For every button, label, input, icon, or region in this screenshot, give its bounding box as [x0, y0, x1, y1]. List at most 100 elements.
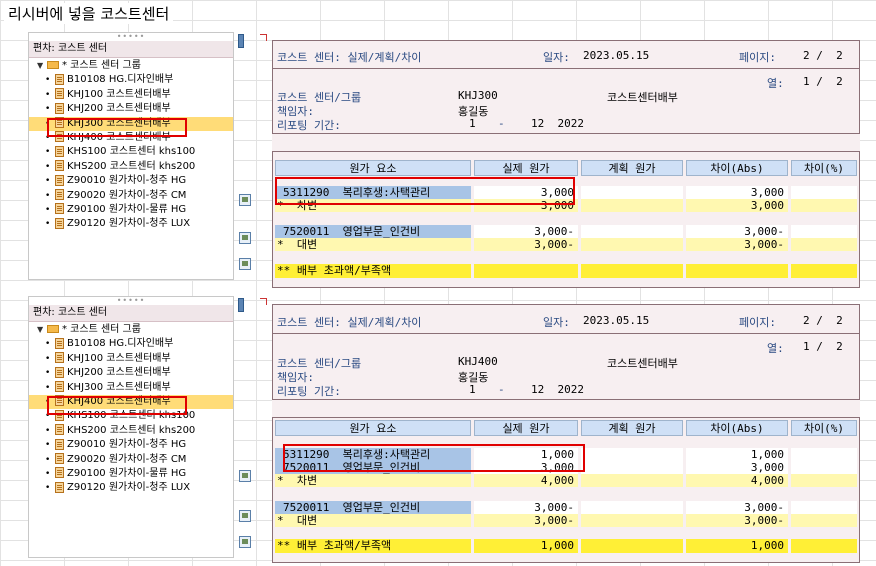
plan-cost-cell[interactable]	[581, 238, 683, 251]
column-header[interactable]: 차이(Abs)	[686, 160, 788, 176]
cost-element-cell[interactable]: 7520011 영업부문_인건비	[275, 501, 471, 514]
actual-cost-cell[interactable]: 3,000	[474, 461, 578, 474]
tree-item[interactable]: • KHJ100 코스트센터배부	[29, 352, 233, 366]
total-label-cell[interactable]: ** 배부 초과액/부족액	[275, 539, 471, 553]
plan-cost-cell[interactable]	[581, 199, 683, 212]
cost-element-cell[interactable]: 5311290 복리후생:사택관리	[275, 186, 471, 199]
column-header[interactable]: 실제 원가	[474, 420, 578, 436]
variance-pct-cell[interactable]	[791, 514, 857, 527]
column-header[interactable]: 차이(%)	[791, 160, 857, 176]
column-header[interactable]: 계획 원가	[581, 420, 683, 436]
variance-abs-cell[interactable]: 4,000	[686, 474, 788, 487]
variance-pct-cell[interactable]	[791, 199, 857, 212]
column-header[interactable]: 차이(%)	[791, 420, 857, 436]
subtotal-label-cell[interactable]: * 대변	[275, 238, 471, 251]
variance-pct-cell[interactable]	[791, 186, 857, 199]
plan-cost-cell[interactable]	[581, 186, 683, 199]
total-label-cell[interactable]: ** 배부 초과액/부족액	[275, 264, 471, 278]
variance-abs-cell[interactable]: 3,000-	[686, 238, 788, 251]
variance-abs-cell[interactable]: 3,000-	[686, 501, 788, 514]
tree-item[interactable]: • KHJ300 코스트센터배부	[29, 381, 233, 395]
tree-item[interactable]: • Z90020 원가차이-청주 CM	[29, 453, 233, 467]
variance-pct-cell[interactable]	[791, 461, 857, 474]
tree-item-selected[interactable]: • KHJ400 코스트센터배부	[29, 394, 233, 410]
plan-cost-cell[interactable]	[581, 448, 683, 461]
plan-cost-cell[interactable]	[581, 474, 683, 487]
tree-item[interactable]: • KHS100 코스트센터 khs100	[29, 145, 233, 159]
tree-item[interactable]: • KHJ100 코스트센터배부	[29, 88, 233, 102]
variance-abs-cell[interactable]: 1,000	[686, 539, 788, 553]
column-header[interactable]: 차이(Abs)	[686, 420, 788, 436]
column-header[interactable]: 실제 원가	[474, 160, 578, 176]
variance-abs-cell[interactable]: 3,000	[686, 461, 788, 474]
splitter-grip[interactable]: •••••	[29, 33, 233, 41]
variance-pct-cell[interactable]	[791, 238, 857, 251]
tree-item[interactable]: • Z90100 원가차이-물류 HG	[29, 467, 233, 481]
plan-cost-cell[interactable]	[581, 514, 683, 527]
expand-triangle-icon[interactable]: ▼	[37, 323, 47, 337]
tree-group-node[interactable]: ▼ * 코스트 센터 그룹	[29, 59, 233, 73]
plan-cost-cell[interactable]	[581, 501, 683, 514]
variance-abs-cell[interactable]: 3,000	[686, 186, 788, 199]
row-detail-icon[interactable]	[239, 232, 251, 244]
tree-item[interactable]: • KHS200 코스트센터 khs200	[29, 424, 233, 438]
row-detail-icon[interactable]	[239, 470, 251, 482]
actual-cost-cell[interactable]: 3,000-	[474, 514, 578, 527]
actual-cost-cell[interactable]	[474, 264, 578, 278]
cost-element-cell[interactable]: 7520011 영업부문_인건비	[275, 225, 471, 238]
tree-item[interactable]: • KHS100 코스트센터 khs100	[29, 409, 233, 423]
actual-cost-cell[interactable]: 3,000-	[474, 225, 578, 238]
variance-pct-cell[interactable]	[791, 474, 857, 487]
expand-triangle-icon[interactable]: ▼	[37, 59, 47, 73]
tree-item[interactable]: • Z90100 원가차이-물류 HG	[29, 203, 233, 217]
tree-item[interactable]: • KHS200 코스트센터 khs200	[29, 160, 233, 174]
tree-item[interactable]: • KHJ200 코스트센터배부	[29, 366, 233, 380]
variance-abs-cell[interactable]	[686, 264, 788, 278]
plan-cost-cell[interactable]	[581, 264, 683, 278]
tree-item[interactable]: • KHJ400 코스트센터배부	[29, 131, 233, 145]
actual-cost-cell[interactable]: 4,000	[474, 474, 578, 487]
row-detail-icon[interactable]	[239, 258, 251, 270]
tree-item[interactable]: • Z90120 원가차이-청주 LUX	[29, 481, 233, 495]
column-header[interactable]: 계획 원가	[581, 160, 683, 176]
subtotal-label-cell[interactable]: * 차변	[275, 199, 471, 212]
tree-item[interactable]: • Z90010 원가차이-청주 HG	[29, 174, 233, 188]
variance-pct-cell[interactable]	[791, 264, 857, 278]
variance-abs-cell[interactable]: 3,000-	[686, 514, 788, 527]
tree-item[interactable]: • KHJ200 코스트센터배부	[29, 102, 233, 116]
variance-pct-cell[interactable]	[791, 539, 857, 553]
actual-cost-cell[interactable]: 1,000	[474, 448, 578, 461]
variance-abs-cell[interactable]: 3,000	[686, 199, 788, 212]
variance-pct-cell[interactable]	[791, 448, 857, 461]
tree-item[interactable]: • Z90010 원가차이-청주 HG	[29, 438, 233, 452]
tree-item[interactable]: • B10108 HG.디자인배부	[29, 337, 233, 351]
row-detail-icon[interactable]	[239, 536, 251, 548]
variance-pct-cell[interactable]	[791, 501, 857, 514]
variance-pct-cell[interactable]	[791, 225, 857, 238]
variance-abs-cell[interactable]: 1,000	[686, 448, 788, 461]
tree-item[interactable]: • Z90020 원가차이-청주 CM	[29, 189, 233, 203]
tree-item-selected[interactable]: • KHJ300 코스트센터배부	[29, 116, 233, 131]
subtotal-label-cell[interactable]: * 대변	[275, 514, 471, 527]
actual-cost-cell[interactable]: 3,000	[474, 199, 578, 212]
row-detail-icon[interactable]	[239, 194, 251, 206]
cost-element-cell[interactable]: 7520011 영업부문_인건비	[275, 461, 471, 474]
splitter-bar-icon[interactable]	[238, 298, 244, 312]
actual-cost-cell[interactable]: 1,000	[474, 539, 578, 553]
subtotal-label-cell[interactable]: * 차변	[275, 474, 471, 487]
tree-item[interactable]: • Z90120 원가차이-청주 LUX	[29, 217, 233, 231]
splitter-grip[interactable]: •••••	[29, 297, 233, 305]
plan-cost-cell[interactable]	[581, 461, 683, 474]
splitter-bar-icon[interactable]	[238, 34, 244, 48]
plan-cost-cell[interactable]	[581, 225, 683, 238]
row-detail-icon[interactable]	[239, 510, 251, 522]
cost-element-cell[interactable]: 5311290 복리후생:사택관리	[275, 448, 471, 461]
column-header[interactable]: 원가 요소	[275, 160, 471, 176]
actual-cost-cell[interactable]: 3,000-	[474, 238, 578, 251]
plan-cost-cell[interactable]	[581, 539, 683, 553]
variance-abs-cell[interactable]: 3,000-	[686, 225, 788, 238]
tree-group-node[interactable]: ▼ * 코스트 센터 그룹	[29, 323, 233, 337]
actual-cost-cell[interactable]: 3,000	[474, 186, 578, 199]
tree-item[interactable]: • B10108 HG.디자인배부	[29, 73, 233, 87]
column-header[interactable]: 원가 요소	[275, 420, 471, 436]
